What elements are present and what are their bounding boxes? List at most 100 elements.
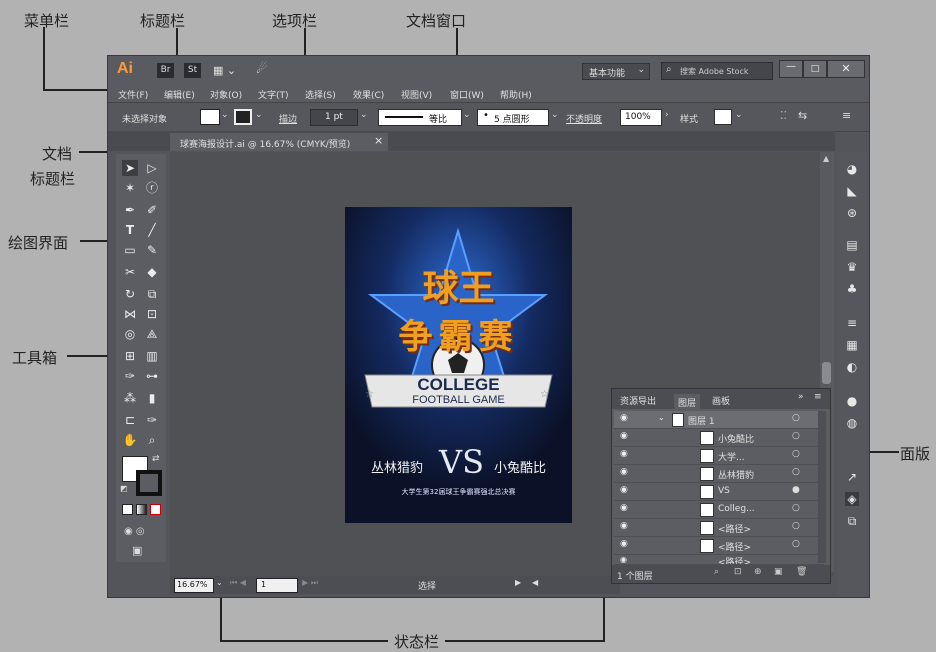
visibility-eye-icon[interactable]: ◉ <box>620 413 628 423</box>
first-artboard-icon[interactable]: ⏮ ◀ <box>230 578 246 588</box>
opacity-arrow-icon[interactable]: › <box>665 110 669 120</box>
brushes-icon[interactable]: ♛ <box>845 260 859 274</box>
symbols-icon[interactable]: ♣ <box>845 282 859 296</box>
free-transform-tool-icon[interactable]: ⊡ <box>144 306 160 322</box>
opacity-label[interactable]: 不透明度 <box>566 112 602 125</box>
workspace-switcher[interactable]: 基本功能 ⌄ <box>582 63 650 80</box>
stroke-weight-input[interactable]: 1 pt <box>310 109 358 126</box>
stroke-swatch[interactable] <box>234 109 252 125</box>
visibility-eye-icon[interactable]: ◉ <box>620 539 628 549</box>
layer-name[interactable]: 大学... <box>718 450 745 463</box>
graphic-styles-icon[interactable]: ◍ <box>845 416 859 430</box>
scroll-up-icon[interactable]: ▲ <box>823 154 829 163</box>
layer-row[interactable]: ◉ <路径> <box>614 555 824 565</box>
type-tool-icon[interactable]: T <box>122 222 138 238</box>
layer-name[interactable]: VS <box>718 486 730 496</box>
gradient-tool-icon[interactable]: ▥ <box>144 348 160 364</box>
default-colors-icon[interactable]: ◩ <box>120 484 128 493</box>
stroke-label[interactable]: 描边 <box>279 112 297 125</box>
symbol-sprayer-tool-icon[interactable]: ⁂ <box>122 390 138 406</box>
target-circle-icon[interactable]: ○ <box>792 431 800 441</box>
layer-row[interactable]: ◉ VS ● <box>614 483 824 501</box>
layer-name[interactable]: <路径> <box>718 540 751 553</box>
layer-name[interactable]: 小兔酷比 <box>718 432 754 445</box>
arrange-documents-icon[interactable]: ▦ ⌄ <box>213 64 236 77</box>
asset-export-icon[interactable]: ↗ <box>845 470 859 484</box>
visibility-eye-icon[interactable]: ◉ <box>620 503 628 513</box>
hand-tool-icon[interactable]: ✋ <box>122 432 138 448</box>
stroke-chevron-icon[interactable]: ⌄ <box>255 110 263 120</box>
make-clipping-mask-icon[interactable]: ⊡ <box>734 567 742 577</box>
opacity-input[interactable]: 100% <box>620 109 662 126</box>
perspective-grid-tool-icon[interactable]: ⟁ <box>144 326 160 342</box>
scale-tool-icon[interactable]: ⧉ <box>144 286 160 302</box>
gpu-performance-icon[interactable]: ☄ <box>256 62 268 77</box>
layer-row[interactable]: ◉ 丛林猎豹 ○ <box>614 465 824 483</box>
profile-chevron-icon[interactable]: ⌄ <box>463 110 471 120</box>
stock-button[interactable]: St <box>184 63 201 78</box>
status-mode[interactable]: 选择 <box>418 579 436 592</box>
zoom-tool-icon[interactable]: ⌕ <box>144 432 160 448</box>
menu-file[interactable]: 文件(F) <box>118 88 148 101</box>
line-tool-icon[interactable]: ╱ <box>144 222 160 238</box>
scroll-thumb[interactable] <box>822 362 831 384</box>
draw-mode-icon[interactable]: ◉ ◎ <box>124 526 145 537</box>
tab-artboards[interactable]: 画板 <box>712 394 730 407</box>
menu-help[interactable]: 帮助(H) <box>500 88 532 101</box>
status-arrow-icon[interactable]: ▶ <box>515 578 521 587</box>
zoom-input[interactable]: 16.67% <box>174 578 214 593</box>
direct-selection-tool-icon[interactable]: ▷ <box>144 160 160 176</box>
menu-edit[interactable]: 编辑(E) <box>164 88 195 101</box>
curvature-tool-icon[interactable]: ✐ <box>144 202 160 218</box>
expand-chevron-icon[interactable]: ⌄ <box>658 413 665 422</box>
bridge-button[interactable]: Br <box>157 63 174 78</box>
layer-row[interactable]: ◉ 小兔酷比 ○ <box>614 429 824 447</box>
stroke-panel-icon[interactable]: ≡ <box>845 316 859 330</box>
layer-name[interactable]: 丛林猎豹 <box>718 468 754 481</box>
appearance-icon[interactable]: ● <box>845 394 859 408</box>
selection-tool-icon[interactable]: ➤ <box>122 160 138 176</box>
target-circle-icon[interactable]: ○ <box>792 449 800 459</box>
minimize-button[interactable]: — <box>779 60 803 78</box>
none-mode-icon[interactable] <box>150 504 161 515</box>
menu-view[interactable]: 视图(V) <box>401 88 432 101</box>
visibility-eye-icon[interactable]: ◉ <box>620 485 628 495</box>
brush-definition[interactable]: • 5 点圆形 <box>477 109 549 126</box>
menu-window[interactable]: 窗口(W) <box>450 88 484 101</box>
stroke-color-swatch[interactable] <box>136 470 162 496</box>
blend-tool-icon[interactable]: ⊶ <box>144 368 160 384</box>
transparency-icon[interactable]: ◐ <box>845 360 859 374</box>
artboards-panel-icon[interactable]: ⧉ <box>845 514 859 528</box>
color-mode-icon[interactable] <box>122 504 133 515</box>
tab-layers[interactable]: 图层 <box>674 394 701 411</box>
shaper-tool-icon[interactable]: ✂ <box>122 264 138 280</box>
panel-menu-icon[interactable]: ≡ <box>814 392 822 402</box>
swap-colors-icon[interactable]: ⇄ <box>152 454 160 464</box>
document-tab[interactable]: 球赛海报设计.ai @ 16.67% (CMYK/预览) × <box>170 133 388 151</box>
new-layer-icon[interactable]: ▣ <box>774 567 783 577</box>
transform-icon[interactable]: ⇆ <box>798 109 807 122</box>
stock-search-input[interactable]: ⌕ 搜索 Adobe Stock <box>661 62 773 80</box>
magic-wand-tool-icon[interactable]: ✶ <box>122 180 138 196</box>
fill-swatch[interactable] <box>200 109 220 125</box>
layers-panel-scrollbar[interactable] <box>818 411 826 563</box>
variable-width-profile[interactable]: 等比 <box>378 109 462 126</box>
poster-artboard[interactable]: ☆ ☆ 球王 争霸赛 COLLEGE FOOTBALL GAME 丛林猎豹 VS… <box>345 207 572 523</box>
menu-effect[interactable]: 效果(C) <box>353 88 384 101</box>
slice-tool-icon[interactable]: ✑ <box>144 412 160 428</box>
delete-layer-icon[interactable]: 🗑 <box>796 567 807 577</box>
lasso-tool-icon[interactable]: ⓡ <box>144 180 160 196</box>
panel-menu-icon[interactable]: ≡ <box>842 109 851 122</box>
maximize-button[interactable]: □ <box>803 60 827 78</box>
target-circle-icon[interactable]: ○ <box>792 521 800 531</box>
zoom-chevron-icon[interactable]: ⌄ <box>216 578 223 587</box>
visibility-eye-icon[interactable]: ◉ <box>620 521 628 531</box>
target-circle-icon[interactable]: ○ <box>792 413 800 423</box>
layer-name[interactable]: 图层 1 <box>688 414 715 427</box>
paintbrush-tool-icon[interactable]: ✎ <box>144 242 160 258</box>
layer-name[interactable]: <路径> <box>718 555 751 564</box>
visibility-eye-icon[interactable]: ◉ <box>620 449 628 459</box>
stroke-weight-chevron-icon[interactable]: ⌄ <box>360 110 368 120</box>
search-layer-icon[interactable]: ⌕ <box>714 567 719 577</box>
color-guide-icon[interactable]: ◣ <box>845 184 859 198</box>
